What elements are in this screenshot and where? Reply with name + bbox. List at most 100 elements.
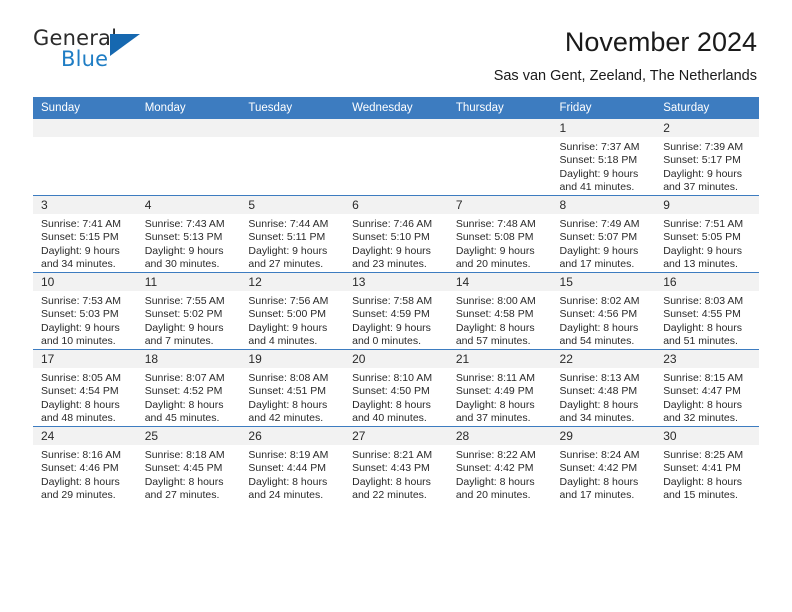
day-cell[interactable]: 30 Sunrise: 8:25 AM Sunset: 4:41 PM Dayligh… [655,425,759,503]
day-number: 26 [240,426,345,445]
day-detail-line: Daylight: 9 hours [455,244,535,257]
day-cell[interactable]: 1 Sunrise: 7:37 AM Sunset: 5:18 PM Daylight… [551,118,656,196]
day-detail-line: and 34 minutes. [559,411,635,424]
day-number [447,118,552,137]
day-detail-line: Daylight: 8 hours [41,398,120,411]
day-cell[interactable]: 26 Sunrise: 8:19 AM Sunset: 4:44 PM Dayligh… [240,425,345,503]
day-cell[interactable]: 20 Sunrise: 8:10 AM Sunset: 4:50 PM Dayligh… [344,348,448,427]
day-number: 18 [136,349,241,368]
day-cell[interactable]: 9 Sunrise: 7:51 AM Sunset: 5:05 PM Daylight… [655,194,759,273]
day-detail-line: Sunset: 4:55 PM [663,308,741,321]
day-detail-line: and 27 minutes. [144,488,220,501]
day-cell[interactable]: 2 Sunrise: 7:39 AM Sunset: 5:17 PM Daylight… [655,118,759,196]
day-detail-line: Sunset: 4:56 PM [559,308,638,321]
day-detail-line: and 37 minutes. [663,180,738,193]
day-details: Sunrise: 8:15 AM Sunset: 4:47 PM Daylight:… [655,368,759,426]
day-details [137,137,241,141]
day-details: Sunrise: 8:22 AM Sunset: 4:42 PM Daylight:… [448,445,552,503]
day-detail-line: Sunrise: 7:44 AM [248,217,329,230]
day-cell[interactable]: 24 Sunrise: 8:16 AM Sunset: 4:46 PM Dayligh… [33,425,137,503]
day-detail-line: Daylight: 8 hours [352,398,431,411]
day-detail-line: Sunset: 4:47 PM [663,385,741,398]
day-detail-line: and 27 minutes. [248,257,324,270]
day-detail-line: Daylight: 9 hours [144,321,224,334]
day-cell[interactable]: 18 Sunrise: 8:07 AM Sunset: 4:52 PM Dayligh… [136,348,241,427]
day-detail-line: and 22 minutes. [352,488,427,501]
day-detail-line: Daylight: 8 hours [41,475,120,488]
day-cell-empty [240,118,345,196]
day-details: Sunrise: 7:53 AM Sunset: 5:03 PM Daylight:… [33,291,137,349]
day-detail-line: Sunset: 4:44 PM [248,462,327,475]
day-details: Sunrise: 8:02 AM Sunset: 4:56 PM Daylight:… [552,291,656,349]
day-detail-line: Sunrise: 8:05 AM [41,371,121,384]
day-detail-line: Sunrise: 8:03 AM [663,294,744,307]
day-cell[interactable]: 17 Sunrise: 8:05 AM Sunset: 4:54 PM Dayligh… [33,348,137,427]
day-cell[interactable]: 3 Sunrise: 7:41 AM Sunset: 5:15 PM Daylight… [33,194,137,273]
day-detail-line: Sunset: 5:13 PM [144,231,223,244]
day-number: 23 [655,349,759,368]
calendar-header-row: Sunday Monday Tuesday Wednesday Thursday Frid… [33,96,759,119]
day-detail-line: Daylight: 8 hours [248,475,328,488]
day-cell[interactable]: 11 Sunrise: 7:55 AM Sunset: 5:02 PM Dayligh… [136,271,241,350]
day-cell[interactable]: 15 Sunrise: 8:02 AM Sunset: 4:56 PM Dayligh… [551,271,656,350]
day-details: Sunrise: 8:11 AM Sunset: 4:49 PM Daylight:… [448,368,552,426]
day-detail-line: Daylight: 9 hours [41,321,120,334]
day-detail-line: and 10 minutes. [41,334,116,347]
day-cell[interactable]: 6 Sunrise: 7:46 AM Sunset: 5:10 PM Daylight… [344,194,448,273]
day-details: Sunrise: 8:07 AM Sunset: 4:52 PM Daylight:… [137,368,241,426]
day-cell[interactable]: 12 Sunrise: 7:56 AM Sunset: 5:00 PM Dayligh… [240,271,345,350]
brand-logo[interactable]: General Blue [33,26,153,78]
day-number [344,118,448,137]
day-cell[interactable]: 8 Sunrise: 7:49 AM Sunset: 5:07 PM Daylight… [551,194,656,273]
day-detail-line: and 41 minutes. [559,180,635,193]
day-cell-empty [447,118,552,196]
day-detail-line: Sunset: 4:42 PM [559,462,638,475]
day-detail-line: and 20 minutes. [455,488,531,501]
day-detail-line: and 20 minutes. [455,257,531,270]
column-header-sunday: Sunday [33,96,137,119]
day-detail-line: Sunset: 5:05 PM [663,231,741,244]
day-details: Sunrise: 8:16 AM Sunset: 4:46 PM Daylight:… [33,445,137,503]
day-details: Sunrise: 7:43 AM Sunset: 5:13 PM Daylight:… [137,214,241,272]
day-cell[interactable]: 14 Sunrise: 8:00 AM Sunset: 4:58 PM Dayligh… [447,271,552,350]
day-details [33,137,137,141]
page-header: General Blue November 2024 Sas van Gent,… [0,0,792,84]
day-detail-line: and 57 minutes. [455,334,531,347]
day-detail-line: Sunset: 4:48 PM [559,385,638,398]
day-cell[interactable]: 10 Sunrise: 7:53 AM Sunset: 5:03 PM Dayligh… [33,271,137,350]
day-detail-line: Sunset: 4:43 PM [352,462,430,475]
day-number: 20 [344,349,448,368]
day-cell[interactable]: 13 Sunrise: 7:58 AM Sunset: 4:59 PM Dayligh… [344,271,448,350]
day-detail-line: Sunrise: 7:55 AM [144,294,225,307]
day-detail-line: Sunset: 5:00 PM [248,308,327,321]
day-detail-line: Sunset: 5:17 PM [663,154,741,167]
day-cell[interactable]: 25 Sunrise: 8:18 AM Sunset: 4:45 PM Dayligh… [136,425,241,503]
day-cell[interactable]: 29 Sunrise: 8:24 AM Sunset: 4:42 PM Dayligh… [551,425,656,503]
day-cell[interactable]: 21 Sunrise: 8:11 AM Sunset: 4:49 PM Dayligh… [447,348,552,427]
day-detail-line: and 17 minutes. [559,257,635,270]
day-number: 5 [240,195,345,214]
day-cell[interactable]: 16 Sunrise: 8:03 AM Sunset: 4:55 PM Dayligh… [655,271,759,350]
day-detail-line: and 0 minutes. [352,334,421,347]
day-cell[interactable]: 28 Sunrise: 8:22 AM Sunset: 4:42 PM Dayligh… [447,425,552,503]
day-cell[interactable]: 7 Sunrise: 7:48 AM Sunset: 5:08 PM Daylight… [447,194,552,273]
day-cell[interactable]: 27 Sunrise: 8:21 AM Sunset: 4:43 PM Dayligh… [344,425,448,503]
day-number: 6 [344,195,448,214]
day-cell[interactable]: 5 Sunrise: 7:44 AM Sunset: 5:11 PM Daylight… [240,194,345,273]
title-block: November 2024 Sas van Gent, Zeeland, The… [494,26,757,83]
day-detail-line: Daylight: 9 hours [248,321,328,334]
day-detail-line: Sunrise: 7:41 AM [41,217,121,230]
day-cell[interactable]: 23 Sunrise: 8:15 AM Sunset: 4:47 PM Dayligh… [655,348,759,427]
day-detail-line: Daylight: 9 hours [352,244,431,257]
day-detail-line: and 24 minutes. [248,488,324,501]
day-number: 9 [655,195,759,214]
day-detail-line: Sunset: 4:58 PM [455,308,534,321]
day-detail-line: Daylight: 9 hours [559,244,639,257]
day-cell[interactable]: 22 Sunrise: 8:13 AM Sunset: 4:48 PM Dayligh… [551,348,656,427]
day-cell[interactable]: 19 Sunrise: 8:08 AM Sunset: 4:51 PM Dayligh… [240,348,345,427]
day-detail-line: Sunset: 4:42 PM [455,462,534,475]
day-detail-line: and 17 minutes. [559,488,635,501]
day-cell[interactable]: 4 Sunrise: 7:43 AM Sunset: 5:13 PM Daylight… [136,194,241,273]
day-details: Sunrise: 8:21 AM Sunset: 4:43 PM Daylight:… [344,445,448,503]
day-detail-line: Sunrise: 7:58 AM [352,294,433,307]
